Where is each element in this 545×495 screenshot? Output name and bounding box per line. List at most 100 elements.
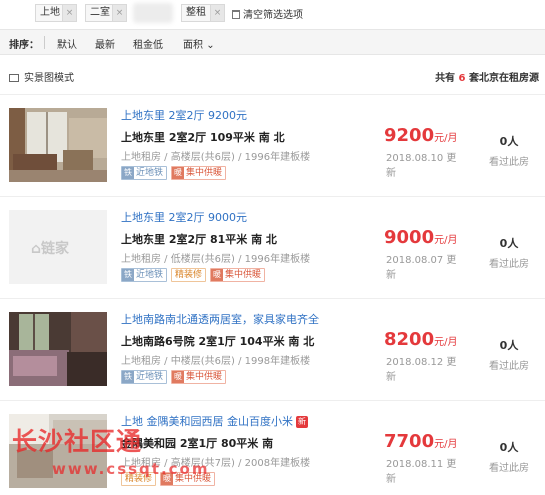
sort-option-default[interactable]: 默认 [57,36,77,51]
listing-address: 上地东里 2室2厅 81平米 南 北 [121,233,277,246]
listing-item: 上地南路南北通透两居室，家具家电齐全 上地南路6号院 2室1厅 104平米 南 … [0,298,545,398]
views-count: 0人 [499,441,519,454]
views-label: 看过此房 [489,463,529,474]
listing-update-date: 2018.08.10 更新 [386,153,457,179]
tag-label: 近地铁 [136,168,164,178]
views-label: 看过此房 [489,157,529,168]
listing-update-date: 2018.08.12 更新 [386,357,457,383]
new-badge: 新 [296,416,308,428]
clear-filters-label: 清空筛选选项 [243,10,303,21]
sort-option-area[interactable]: 面积 ⌄ [183,36,215,51]
bedroom-photo [9,312,107,386]
listing-item: 上地东里 2室2厅 9200元 上地东里 2室2厅 109平米 南 北 上地租房… [0,94,545,194]
tag-label: 精装修 [125,474,153,484]
chevron-down-icon: ⌄ [206,40,215,51]
price-unit: 元/月 [434,337,458,348]
listing-title-link[interactable]: 上地南路南北通透两居室，家具家电齐全 [121,311,319,327]
listing-price: 9200元/月 [384,125,457,146]
living-room-photo [9,108,107,182]
tag-central-heating: 暖集中供暖 [160,472,216,486]
tag-near-subway: 铁近地铁 [121,268,168,282]
tag-label: 集中供暖 [175,474,212,484]
trash-icon [232,10,240,19]
listing-title-link[interactable]: 上地东里 2室2厅 9200元 [121,107,247,123]
tag-label: 近地铁 [136,372,164,382]
filter-tag-label: 二室 [90,7,110,18]
tag-label: 近地铁 [136,270,164,280]
listing-views: 0人 看过此房 [480,439,538,474]
view-mode-row: 实景图模式 共有 6 套北京在租房源 [0,64,545,86]
clear-filters-link[interactable]: 清空筛选选项 [232,6,303,21]
listing-photo[interactable] [9,414,107,488]
price-unit: 元/月 [434,133,458,144]
image-icon [9,74,19,82]
listing-views: 0人 看过此房 [480,235,538,270]
filter-tag-rooms[interactable]: 二室 × [85,4,127,22]
tag-label: 集中供暖 [225,270,262,280]
listing-meta: 上地租房 / 高楼层(共6层) / 1996年建板楼 [121,152,311,163]
filter-tag-rent-type[interactable]: 整租 × [181,4,225,22]
photo-mode-toggle[interactable]: 实景图模式 [9,69,74,84]
subway-icon: 铁 [122,269,134,281]
lianjia-logo: ⌂链家 [31,241,70,257]
listing-photo[interactable]: ⌂链家 [9,210,107,284]
listing-title-link[interactable]: 上地 金隅美和园西居 金山百度小米新 [121,413,308,429]
listing-item: ⌂链家 上地东里 2室2厅 9000元 上地东里 2室2厅 81平米 南 北 上… [0,196,545,296]
price-value: 9200 [384,125,435,146]
total-count: 6 [458,73,466,84]
close-icon[interactable]: × [210,5,224,21]
heating-icon: 暖 [161,473,174,485]
listing-tags: 铁近地铁 精装修暖集中供暖 [121,268,269,282]
filter-tag-label: 上地 [40,7,60,18]
sort-option-newest[interactable]: 最新 [95,36,115,51]
listing-photo[interactable] [9,108,107,182]
listing-update-date: 2018.08.11 更新 [386,459,457,485]
listing-views: 0人 看过此房 [480,337,538,372]
tag-label: 集中供暖 [186,372,223,382]
listing-title-link[interactable]: 上地东里 2室2厅 9000元 [121,209,247,225]
listing-address: 上地东里 2室2厅 109平米 南 北 [121,131,285,144]
filter-bar: 上地 × 二室 × 整租 × 清空筛选选项 [0,0,545,28]
views-label: 看过此房 [489,361,529,372]
listing-total: 共有 6 套北京在租房源 [435,69,539,84]
tag-fine-decoration: 精装修 [121,472,157,486]
listing-address: 上地南路6号院 2室1厅 104平米 南 北 [121,335,315,348]
tag-label: 集中供暖 [186,168,223,178]
views-count: 0人 [499,237,519,250]
tag-fine-decoration: 精装修 [171,268,207,282]
listing-photo[interactable] [9,312,107,386]
heating-icon: 暖 [172,167,185,179]
listing-meta: 上地租房 / 低楼层(共6层) / 1996年建板楼 [121,254,311,265]
listing-price: 9000元/月 [384,227,457,248]
sort-option-price-low[interactable]: 租金低 [133,36,163,51]
close-icon[interactable]: × [112,5,126,21]
price-value: 9000 [384,227,435,248]
subway-icon: 铁 [122,167,134,179]
sort-label: 排序： [9,40,39,51]
interior-photo [9,414,107,488]
tag-label: 精装修 [175,270,203,280]
listing-meta: 上地租房 / 中楼层(共6层) / 1998年建板楼 [121,356,311,367]
listing-item: 上地 金隅美和园西居 金山百度小米新 金隅美和园 2室1厅 80平米 南 上地租… [0,400,545,495]
price-value: 7700 [384,431,435,452]
tag-near-subway: 铁近地铁 [121,370,168,384]
listing-price: 7700元/月 [384,431,457,452]
views-count: 0人 [499,339,519,352]
blurred-filter-tag [133,3,173,23]
tag-central-heating: 暖集中供暖 [210,268,266,282]
divider [44,36,45,49]
total-suffix: 套北京在租房源 [469,73,539,84]
listing-price: 8200元/月 [384,329,457,350]
subway-icon: 铁 [122,371,134,383]
heating-icon: 暖 [211,269,224,281]
views-label: 看过此房 [489,259,529,270]
price-unit: 元/月 [434,235,458,246]
filter-tag-location[interactable]: 上地 × [35,4,77,22]
listing-title-text: 上地 金隅美和园西居 金山百度小米 [121,415,293,428]
listing-meta: 上地租房 / 高楼层(共7层) / 2008年建板楼 [121,458,311,469]
sort-bar: 排序： 默认 最新 租金低 面积 ⌄ [0,29,545,55]
listing-tags: 铁近地铁暖集中供暖 [121,370,230,384]
total-prefix: 共有 [435,73,456,84]
listing-tags: 铁近地铁暖集中供暖 [121,166,230,180]
close-icon[interactable]: × [62,5,76,21]
